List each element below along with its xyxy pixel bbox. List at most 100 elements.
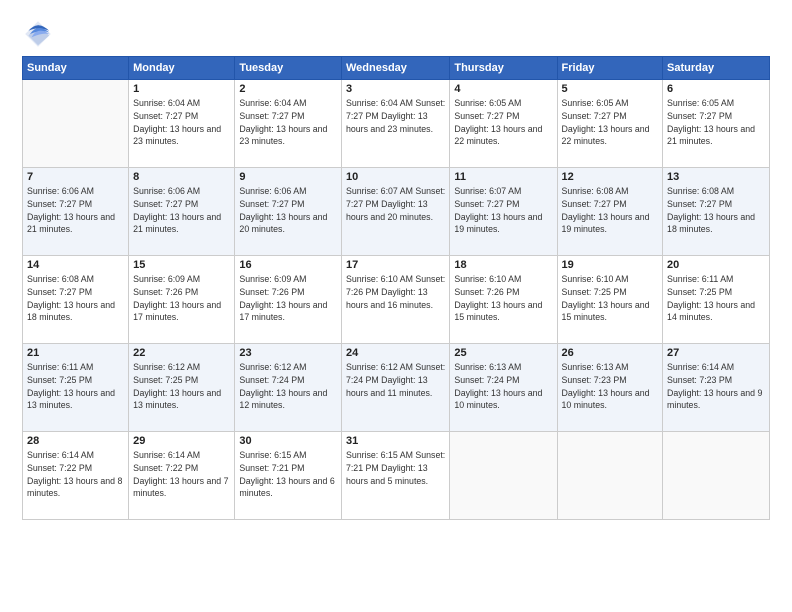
calendar-header-row: SundayMondayTuesdayWednesdayThursdayFrid… [23,57,770,80]
day-number: 12 [562,171,659,183]
day-number: 16 [239,259,337,271]
day-number: 8 [133,171,230,183]
day-number: 6 [667,83,765,95]
calendar-header-thursday: Thursday [450,57,557,80]
day-info: Sunrise: 6:13 AM Sunset: 7:23 PM Dayligh… [562,361,659,412]
day-info: Sunrise: 6:08 AM Sunset: 7:27 PM Dayligh… [562,185,659,236]
day-info: Sunrise: 6:12 AM Sunset: 7:24 PM Dayligh… [239,361,337,412]
calendar-header-friday: Friday [557,57,663,80]
calendar-table: SundayMondayTuesdayWednesdayThursdayFrid… [22,56,770,520]
calendar-day-28: 28 Sunrise: 6:14 AM Sunset: 7:22 PM Dayli… [23,432,129,520]
day-number: 7 [27,171,124,183]
day-info: Sunrise: 6:05 AM Sunset: 7:27 PM Dayligh… [454,97,552,148]
day-info: Sunrise: 6:14 AM Sunset: 7:23 PM Dayligh… [667,361,765,412]
calendar-header-saturday: Saturday [663,57,770,80]
calendar-day-10: 10 Sunrise: 6:07 AM Sunset: 7:27 PM Dayli… [341,168,449,256]
calendar-day-13: 13 Sunrise: 6:08 AM Sunset: 7:27 PM Dayli… [663,168,770,256]
day-number: 19 [562,259,659,271]
day-info: Sunrise: 6:13 AM Sunset: 7:24 PM Dayligh… [454,361,552,412]
day-number: 4 [454,83,552,95]
day-number: 22 [133,347,230,359]
calendar-week-row: 14 Sunrise: 6:08 AM Sunset: 7:27 PM Dayli… [23,256,770,344]
logo-icon [22,18,54,50]
calendar-day-5: 5 Sunrise: 6:05 AM Sunset: 7:27 PM Daylig… [557,80,663,168]
calendar-day-19: 19 Sunrise: 6:10 AM Sunset: 7:25 PM Dayli… [557,256,663,344]
header [22,18,770,50]
day-number: 30 [239,435,337,447]
day-info: Sunrise: 6:14 AM Sunset: 7:22 PM Dayligh… [27,449,124,500]
day-number: 24 [346,347,445,359]
day-info: Sunrise: 6:06 AM Sunset: 7:27 PM Dayligh… [27,185,124,236]
calendar-day-20: 20Sunrise: 6:11 AM Sunset: 7:25 PM Dayli… [663,256,770,344]
day-info: Sunrise: 6:04 AM Sunset: 7:27 PM Dayligh… [133,97,230,148]
calendar-day-16: 16Sunrise: 6:09 AM Sunset: 7:26 PM Dayli… [235,256,342,344]
calendar-day-18: 18 Sunrise: 6:10 AM Sunset: 7:26 PM Dayli… [450,256,557,344]
day-info: Sunrise: 6:06 AM Sunset: 7:27 PM Dayligh… [239,185,337,236]
calendar-day-8: 8 Sunrise: 6:06 AM Sunset: 7:27 PM Daylig… [129,168,235,256]
calendar-day-15: 15Sunrise: 6:09 AM Sunset: 7:26 PM Dayli… [129,256,235,344]
day-info: Sunrise: 6:10 AM Sunset: 7:26 PM Dayligh… [454,273,552,324]
day-number: 26 [562,347,659,359]
day-number: 11 [454,171,552,183]
day-number: 17 [346,259,445,271]
calendar-header-monday: Monday [129,57,235,80]
day-info: Sunrise: 6:15 AM Sunset: 7:21 PM Dayligh… [346,449,445,487]
day-number: 25 [454,347,552,359]
day-info: Sunrise: 6:10 AM Sunset: 7:25 PM Dayligh… [562,273,659,324]
day-number: 10 [346,171,445,183]
logo [22,18,58,50]
page: SundayMondayTuesdayWednesdayThursdayFrid… [0,0,792,612]
day-info: Sunrise: 6:05 AM Sunset: 7:27 PM Dayligh… [562,97,659,148]
day-number: 27 [667,347,765,359]
calendar-day-3: 3 Sunrise: 6:04 AM Sunset: 7:27 PM Daylig… [341,80,449,168]
calendar-day-30: 30Sunrise: 6:15 AM Sunset: 7:21 PM Dayli… [235,432,342,520]
day-info: Sunrise: 6:12 AM Sunset: 7:24 PM Dayligh… [346,361,445,399]
calendar-day-24: 24 Sunrise: 6:12 AM Sunset: 7:24 PM Dayli… [341,344,449,432]
day-number: 15 [133,259,230,271]
day-number: 3 [346,83,445,95]
calendar-header-wednesday: Wednesday [341,57,449,80]
calendar-day-27: 27 Sunrise: 6:14 AM Sunset: 7:23 PM Dayli… [663,344,770,432]
calendar-day-23: 23 Sunrise: 6:12 AM Sunset: 7:24 PM Dayli… [235,344,342,432]
day-info: Sunrise: 6:11 AM Sunset: 7:25 PM Dayligh… [667,273,765,324]
calendar-empty-cell [23,80,129,168]
calendar-empty-cell [663,432,770,520]
calendar-day-6: 6 Sunrise: 6:05 AM Sunset: 7:27 PM Daylig… [663,80,770,168]
calendar-day-1: 1Sunrise: 6:04 AM Sunset: 7:27 PM Daylig… [129,80,235,168]
calendar-day-22: 22Sunrise: 6:12 AM Sunset: 7:25 PM Dayli… [129,344,235,432]
day-number: 23 [239,347,337,359]
day-number: 5 [562,83,659,95]
day-info: Sunrise: 6:11 AM Sunset: 7:25 PM Dayligh… [27,361,124,412]
day-info: Sunrise: 6:14 AM Sunset: 7:22 PM Dayligh… [133,449,230,500]
day-info: Sunrise: 6:08 AM Sunset: 7:27 PM Dayligh… [667,185,765,236]
day-info: Sunrise: 6:05 AM Sunset: 7:27 PM Dayligh… [667,97,765,148]
calendar-day-9: 9Sunrise: 6:06 AM Sunset: 7:27 PM Daylig… [235,168,342,256]
calendar-day-17: 17 Sunrise: 6:10 AM Sunset: 7:26 PM Dayli… [341,256,449,344]
calendar-week-row: 21 Sunrise: 6:11 AM Sunset: 7:25 PM Dayli… [23,344,770,432]
calendar-empty-cell [557,432,663,520]
day-number: 28 [27,435,124,447]
day-info: Sunrise: 6:07 AM Sunset: 7:27 PM Dayligh… [346,185,445,223]
calendar-day-26: 26 Sunrise: 6:13 AM Sunset: 7:23 PM Dayli… [557,344,663,432]
calendar-day-2: 2Sunrise: 6:04 AM Sunset: 7:27 PM Daylig… [235,80,342,168]
calendar-day-7: 7 Sunrise: 6:06 AM Sunset: 7:27 PM Daylig… [23,168,129,256]
day-number: 2 [239,83,337,95]
day-number: 13 [667,171,765,183]
calendar-week-row: 28 Sunrise: 6:14 AM Sunset: 7:22 PM Dayli… [23,432,770,520]
day-info: Sunrise: 6:10 AM Sunset: 7:26 PM Dayligh… [346,273,445,311]
calendar-day-21: 21 Sunrise: 6:11 AM Sunset: 7:25 PM Dayli… [23,344,129,432]
day-info: Sunrise: 6:06 AM Sunset: 7:27 PM Dayligh… [133,185,230,236]
calendar-week-row: 1Sunrise: 6:04 AM Sunset: 7:27 PM Daylig… [23,80,770,168]
day-number: 14 [27,259,124,271]
day-number: 18 [454,259,552,271]
day-info: Sunrise: 6:07 AM Sunset: 7:27 PM Dayligh… [454,185,552,236]
calendar-day-14: 14 Sunrise: 6:08 AM Sunset: 7:27 PM Dayli… [23,256,129,344]
day-info: Sunrise: 6:04 AM Sunset: 7:27 PM Dayligh… [346,97,445,135]
calendar-day-29: 29Sunrise: 6:14 AM Sunset: 7:22 PM Dayli… [129,432,235,520]
calendar-day-11: 11 Sunrise: 6:07 AM Sunset: 7:27 PM Dayli… [450,168,557,256]
calendar-header-sunday: Sunday [23,57,129,80]
calendar-week-row: 7 Sunrise: 6:06 AM Sunset: 7:27 PM Daylig… [23,168,770,256]
day-number: 21 [27,347,124,359]
day-info: Sunrise: 6:08 AM Sunset: 7:27 PM Dayligh… [27,273,124,324]
day-number: 31 [346,435,445,447]
